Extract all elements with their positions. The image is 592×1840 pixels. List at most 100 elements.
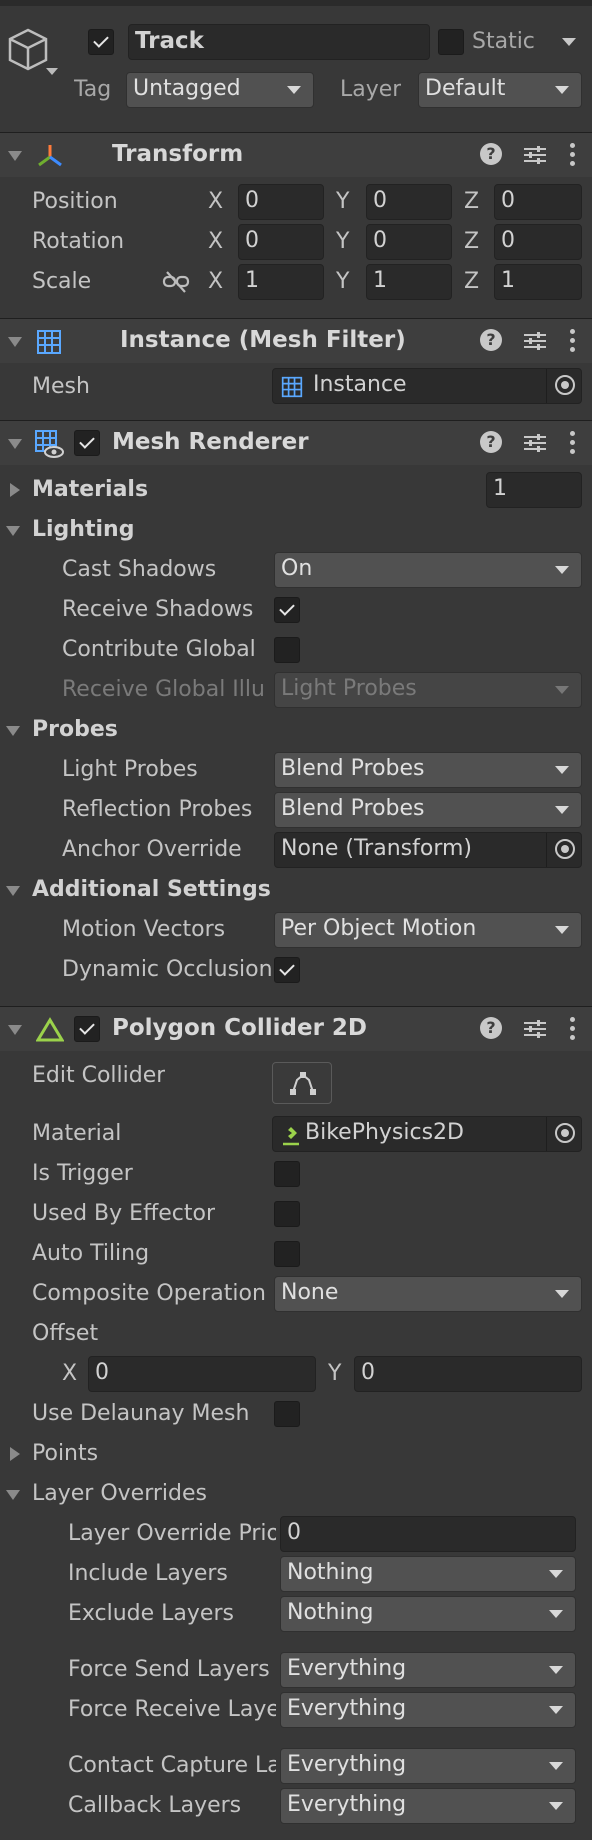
polygon-collider-title: Polygon Collider 2D	[112, 1015, 368, 1041]
offset-y-axis-label[interactable]: Y	[328, 1360, 341, 1388]
polygon-collider-enabled-toggle[interactable]	[74, 1016, 100, 1042]
cast-shadows-dropdown[interactable]: On	[274, 552, 582, 588]
use-delaunay-checkbox[interactable]	[274, 1401, 300, 1427]
tag-value: Untagged	[133, 76, 241, 101]
foldout-arrow-icon[interactable]	[8, 1025, 22, 1035]
presets-sliders-icon[interactable]	[524, 331, 546, 351]
offset-x-field[interactable]: 0	[88, 1356, 316, 1392]
lighting-foldout-arrow[interactable]	[6, 526, 20, 536]
presets-sliders-icon[interactable]	[524, 1019, 546, 1039]
kebab-menu-icon[interactable]	[570, 143, 576, 167]
gameobject-active-toggle[interactable]	[88, 29, 114, 55]
static-dropdown-arrow[interactable]	[562, 38, 576, 46]
help-icon[interactable]: ?	[480, 329, 502, 351]
help-icon[interactable]: ?	[480, 431, 502, 453]
light-probes-dropdown[interactable]: Blend Probes	[274, 752, 582, 788]
position-x-axis-label[interactable]: X	[208, 188, 223, 216]
tag-dropdown[interactable]: Untagged	[126, 72, 314, 108]
presets-sliders-icon[interactable]	[524, 145, 546, 165]
chevron-down-icon	[287, 86, 301, 94]
position-z-field[interactable]: 0	[494, 184, 582, 220]
contribute-global-label: Contribute Global	[62, 637, 256, 662]
include-layers-dropdown[interactable]: Nothing	[280, 1556, 576, 1592]
object-picker-icon[interactable]	[555, 375, 575, 395]
kebab-menu-icon[interactable]	[570, 431, 576, 455]
materials-label[interactable]: Materials	[32, 476, 148, 504]
mesh-renderer-enabled-toggle[interactable]	[74, 430, 100, 456]
rotation-x-axis-label[interactable]: X	[208, 228, 223, 256]
edit-collider-button[interactable]	[272, 1062, 332, 1104]
additional-settings-label[interactable]: Additional Settings	[32, 876, 271, 904]
materials-count-field[interactable]: 1	[486, 472, 582, 508]
lighting-label[interactable]: Lighting	[32, 516, 134, 544]
kebab-menu-icon[interactable]	[570, 1017, 576, 1041]
used-by-effector-checkbox[interactable]	[274, 1201, 300, 1227]
mesh-filter-header[interactable]: Instance (Mesh Filter) ?	[0, 318, 592, 363]
materials-foldout-arrow[interactable]	[10, 483, 20, 497]
anchor-override-field[interactable]: None (Transform)	[274, 832, 582, 868]
mesh-renderer-header[interactable]: Mesh Renderer ?	[0, 420, 592, 465]
help-icon[interactable]: ?	[480, 143, 502, 165]
foldout-arrow-icon[interactable]	[8, 439, 22, 449]
offset-y-field[interactable]: 0	[354, 1356, 582, 1392]
mesh-object-field[interactable]: Instance	[272, 368, 582, 404]
contact-capture-layers-dropdown[interactable]: Everything	[280, 1748, 576, 1784]
layer-overrides-foldout-arrow[interactable]	[6, 1490, 20, 1500]
foldout-arrow-icon[interactable]	[8, 151, 22, 161]
exclude-layers-dropdown[interactable]: Nothing	[280, 1596, 576, 1632]
motion-vectors-dropdown[interactable]: Per Object Motion	[274, 912, 582, 948]
position-x-field[interactable]: 0	[238, 184, 324, 220]
scale-x-axis-label[interactable]: X	[208, 268, 223, 296]
scale-z-axis-label[interactable]: Z	[464, 268, 479, 296]
composite-operation-dropdown[interactable]: None	[274, 1276, 582, 1312]
rotation-z-axis-label[interactable]: Z	[464, 228, 479, 256]
object-picker-icon[interactable]	[555, 839, 575, 859]
kebab-menu-icon[interactable]	[570, 329, 576, 353]
material-object-field[interactable]: BikePhysics2D	[272, 1116, 582, 1152]
scale-y-field[interactable]: 1	[366, 264, 452, 300]
receive-shadows-checkbox[interactable]	[274, 597, 300, 623]
rotation-x-field[interactable]: 0	[238, 224, 324, 260]
offset-x-axis-label[interactable]: X	[62, 1360, 77, 1388]
additional-settings-foldout-arrow[interactable]	[6, 886, 20, 896]
position-z-axis-label[interactable]: Z	[464, 188, 479, 216]
is-trigger-checkbox[interactable]	[274, 1161, 300, 1187]
gameobject-name-field[interactable]: Track	[128, 24, 430, 60]
auto-tiling-label: Auto Tiling	[32, 1241, 150, 1266]
scale-y-axis-label[interactable]: Y	[336, 268, 349, 296]
transform-header[interactable]: Transform ?	[0, 132, 592, 177]
layer-dropdown[interactable]: Default	[418, 72, 582, 108]
composite-operation-label: Composite Operation	[32, 1281, 266, 1306]
scale-x-field[interactable]: 1	[238, 264, 324, 300]
unlinked-scale-icon[interactable]	[162, 270, 190, 294]
position-y-field[interactable]: 0	[366, 184, 452, 220]
force-receive-layers-dropdown[interactable]: Everything	[280, 1692, 576, 1728]
layer-overrides-label[interactable]: Layer Overrides	[32, 1480, 207, 1508]
auto-tiling-checkbox[interactable]	[274, 1241, 300, 1267]
probes-label[interactable]: Probes	[32, 716, 118, 744]
force-send-layers-dropdown[interactable]: Everything	[280, 1652, 576, 1688]
rotation-y-field[interactable]: 0	[366, 224, 452, 260]
callback-layers-dropdown[interactable]: Everything	[280, 1788, 576, 1824]
rotation-y-axis-label[interactable]: Y	[336, 228, 349, 256]
object-picker-icon[interactable]	[555, 1123, 575, 1143]
reflection-probes-dropdown[interactable]: Blend Probes	[274, 792, 582, 828]
transform-icon	[36, 143, 64, 169]
header-icons: ?	[472, 143, 592, 167]
presets-sliders-icon[interactable]	[524, 433, 546, 453]
rotation-z-field[interactable]: 0	[494, 224, 582, 260]
layer-override-priority-field[interactable]: 0	[280, 1516, 576, 1552]
position-y-axis-label[interactable]: Y	[336, 188, 349, 216]
help-icon[interactable]: ?	[480, 1017, 502, 1039]
dynamic-occlusion-checkbox[interactable]	[274, 957, 300, 983]
points-foldout-arrow[interactable]	[10, 1447, 20, 1461]
points-label[interactable]: Points	[32, 1440, 98, 1468]
contact-capture-layers-label: Contact Capture Layers	[68, 1753, 276, 1778]
probes-foldout-arrow[interactable]	[6, 726, 20, 736]
static-toggle[interactable]	[438, 29, 464, 55]
polygon-collider-header[interactable]: Polygon Collider 2D ?	[0, 1006, 592, 1051]
foldout-arrow-icon[interactable]	[8, 337, 22, 347]
contribute-global-checkbox[interactable]	[274, 637, 300, 663]
scale-z-field[interactable]: 1	[494, 264, 582, 300]
icon-dropdown-arrow[interactable]	[46, 68, 58, 75]
